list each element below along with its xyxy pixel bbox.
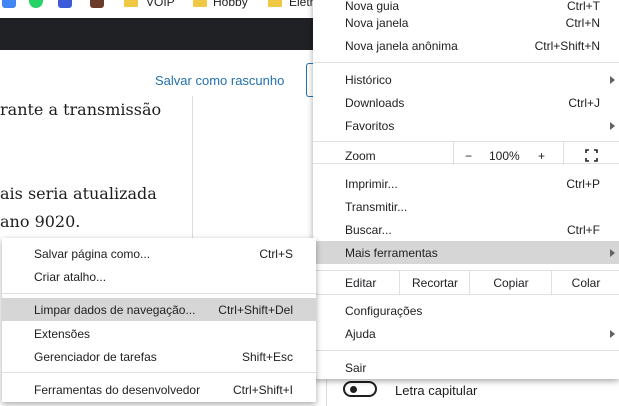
submenu-item-shortcut: Shift+Esc [241,350,293,364]
article-line: ais seria atualizada [0,184,157,203]
submenu-item-developer-tools[interactable]: Ferramentas do desenvolvedor Ctrl+Shift+… [2,378,316,401]
menu-item-label: Mais ferramentas [345,246,438,260]
menu-item-shortcut: Ctrl+J [568,96,600,110]
submenu-item-extensions[interactable]: Extensões [2,322,316,345]
menu-item-label: Configurações [345,304,423,318]
menu-item-label: Ajuda [345,327,376,341]
save-draft-button[interactable]: Salvar como rascunho [155,73,284,88]
menu-item-new-window[interactable]: Nova janela Ctrl+N [313,11,619,34]
submenu-separator [2,372,316,373]
article-line: rante a transmissão [0,100,162,119]
zoom-divider [453,141,454,165]
paste-label: Colar [571,276,601,290]
menu-separator [313,141,619,142]
menu-item-new-incognito-window[interactable]: Nova janela anônima Ctrl+Shift+N [313,34,619,57]
folder-icon[interactable] [193,0,207,7]
submenu-item-clear-browsing-data[interactable]: Limpar dados de navegação... Ctrl+Shift+… [2,298,316,321]
bookmark-folder-voip[interactable]: VOIP [146,0,175,9]
submenu-item-shortcut: Ctrl+Shift+Del [218,303,293,317]
menu-item-label: Nova janela anônima [345,39,458,53]
menu-item-label: Nova janela [345,16,409,30]
submenu-arrow-icon [610,76,615,84]
zoom-in-button[interactable]: + [538,149,545,163]
menu-separator [313,163,619,164]
submenu-separator [2,293,316,294]
menu-item-label: Sair [345,361,367,375]
submenu-item-create-shortcut[interactable]: Criar atalho... [2,265,316,288]
bookmark-app-icon[interactable] [2,0,16,8]
menu-item-label: Histórico [345,73,392,87]
menu-item-label: Transmitir... [345,200,408,214]
submenu-item-label: Gerenciador de tarefas [34,350,157,364]
chrome-main-menu: Nova guia Ctrl+T Nova janela Ctrl+N Nova… [313,0,619,379]
column-divider [192,96,193,256]
submenu-item-shortcut: Ctrl+Shift+I [232,383,293,397]
menu-separator [313,62,619,63]
submenu-item-label: Ferramentas do desenvolvedor [34,383,201,397]
menu-item-history[interactable]: Histórico [313,68,619,91]
menu-item-shortcut: Ctrl+P [566,177,600,191]
submenu-item-save-page[interactable]: Salvar página como... Ctrl+S [2,242,316,265]
more-tools-submenu: Salvar página como... Ctrl+S Criar atalh… [2,238,316,402]
menu-item-shortcut: Ctrl+N [565,16,600,30]
submenu-item-shortcut: Ctrl+S [259,247,293,261]
menu-item-label: Favoritos [345,119,395,133]
dropcap-label: Letra capitular [395,383,478,398]
menu-item-print[interactable]: Imprimir... Ctrl+P [313,172,619,195]
menu-item-find[interactable]: Buscar... Ctrl+F [313,218,619,241]
menu-item-downloads[interactable]: Downloads Ctrl+J [313,91,619,114]
menu-item-label: Imprimir... [345,177,398,191]
zoom-divider [563,141,564,165]
menu-item-bookmarks[interactable]: Favoritos [313,114,619,137]
whatsapp-icon[interactable] [29,0,43,8]
menu-item-label: Downloads [345,96,405,110]
paste-button[interactable]: Colar [551,271,619,294]
bookmark-folder-hobby[interactable]: Hobby [213,0,248,9]
menu-item-more-tools[interactable]: Mais ferramentas [313,241,619,264]
toggle-knob [350,386,357,393]
copy-label: Copiar [493,276,529,290]
dropcap-toggle[interactable] [343,381,377,397]
bookmark-blue-icon[interactable] [58,0,72,8]
menu-item-label: Buscar... [345,223,392,237]
submenu-item-label: Salvar página como... [34,247,151,261]
menu-item-help[interactable]: Ajuda [313,322,619,345]
menu-item-settings[interactable]: Configurações [313,299,619,322]
folder-icon[interactable] [124,0,138,7]
submenu-arrow-icon [610,330,615,338]
submenu-arrow-icon [610,249,615,257]
edit-label: Editar [345,276,377,290]
zoom-level: 100% [489,149,520,163]
zoom-label: Zoom [345,149,376,163]
zoom-out-button[interactable]: − [465,149,472,163]
article-line: ano 9020. [0,212,81,231]
menu-separator [313,350,619,351]
menu-item-exit[interactable]: Sair [313,356,619,379]
menu-item-shortcut: Ctrl+Shift+N [534,39,600,53]
folder-icon[interactable] [268,0,282,7]
menu-separator [313,294,619,295]
bookmark-photo-icon[interactable] [90,0,104,8]
submenu-item-task-manager[interactable]: Gerenciador de tarefas Shift+Esc [2,345,316,368]
copy-button[interactable]: Copiar [469,271,552,294]
fullscreen-icon[interactable] [585,149,598,162]
cut-button[interactable]: Recortar [399,271,470,294]
menu-item-cast[interactable]: Transmitir... [313,195,619,218]
submenu-item-label: Limpar dados de navegação... [34,303,196,317]
bookmark-folder-eletr[interactable]: Eletr [289,0,314,9]
cut-label: Recortar [411,276,458,290]
submenu-item-label: Criar atalho... [34,270,107,284]
submenu-arrow-icon [610,122,615,130]
menu-item-shortcut: Ctrl+F [567,223,600,237]
submenu-item-label: Extensões [34,327,91,341]
